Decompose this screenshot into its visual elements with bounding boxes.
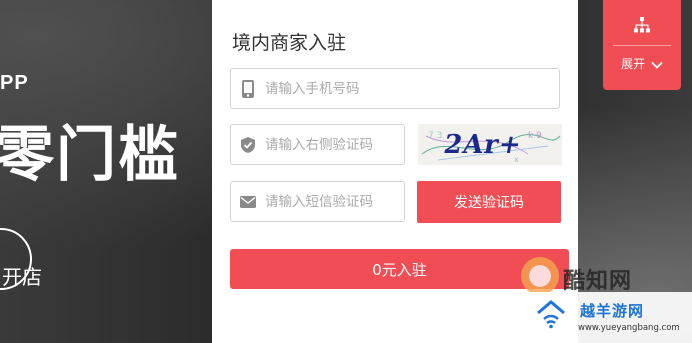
send-code-button[interactable]: 发送验证码 bbox=[417, 181, 561, 223]
sms-code-input[interactable] bbox=[265, 193, 404, 210]
open-store-label: 开店 bbox=[2, 265, 42, 289]
chevron-down-icon bbox=[651, 58, 663, 72]
expand-button[interactable]: 展开 bbox=[603, 55, 681, 72]
org-chart-icon[interactable] bbox=[633, 16, 651, 34]
expand-label: 展开 bbox=[621, 57, 646, 71]
promo-app-text: PP bbox=[0, 72, 29, 94]
site-watermark-logo-inner bbox=[529, 265, 551, 287]
yueyang-watermark-name: 越羊游网 bbox=[580, 302, 645, 320]
form-title: 境内商家入驻 bbox=[232, 32, 347, 54]
captcha-code-text: 2Ar+ bbox=[441, 130, 525, 160]
wifi-house-icon bbox=[534, 297, 568, 331]
phone-field[interactable] bbox=[230, 68, 560, 109]
envelope-icon bbox=[231, 195, 265, 209]
promo-headline: 零门槛 bbox=[0, 120, 180, 190]
yueyang-watermark: 越羊游网 www.yueyangbang.com bbox=[522, 292, 692, 343]
mobile-phone-icon bbox=[231, 79, 265, 99]
svg-text:k 9: k 9 bbox=[528, 131, 542, 141]
captcha-field[interactable] bbox=[230, 124, 405, 165]
captcha-input[interactable] bbox=[265, 136, 404, 153]
phone-input[interactable] bbox=[265, 80, 559, 97]
site-watermark-name: 酷知网 bbox=[563, 269, 633, 294]
sms-code-field[interactable] bbox=[230, 181, 405, 222]
shield-icon bbox=[231, 136, 265, 154]
floating-side-panel: 展开 bbox=[603, 0, 681, 90]
captcha-image[interactable]: 7 3 k 9 x 2Ar+ bbox=[418, 124, 562, 165]
side-panel-divider bbox=[613, 45, 671, 46]
yueyang-watermark-url: www.yueyangbang.com bbox=[578, 323, 680, 333]
svg-text:7 3: 7 3 bbox=[428, 131, 442, 141]
